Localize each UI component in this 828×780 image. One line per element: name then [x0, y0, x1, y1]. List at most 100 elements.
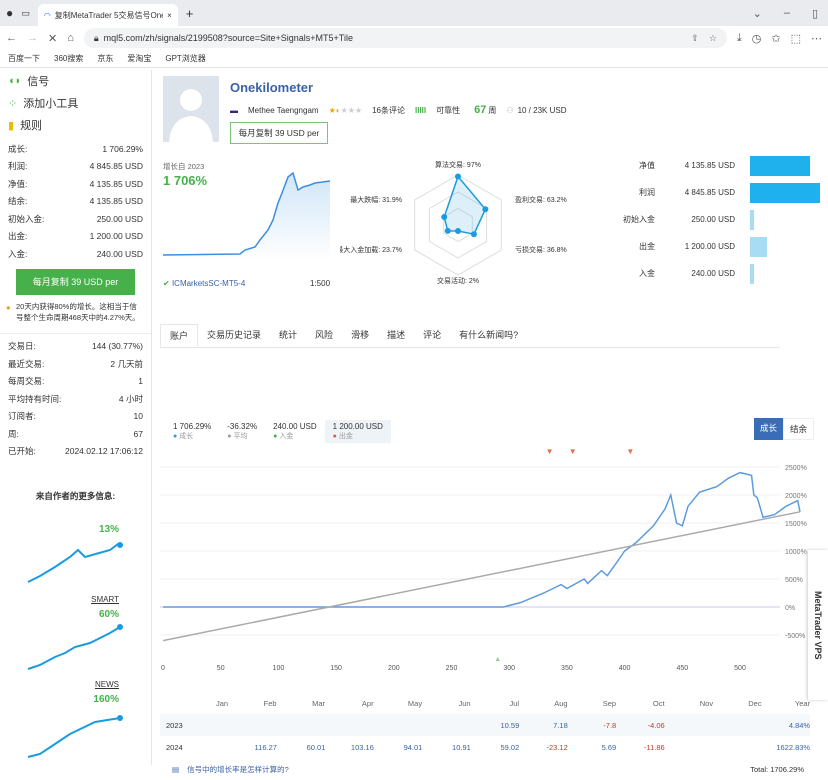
- broker-link[interactable]: ✔ ICMarketsSC-MT5-4: [163, 279, 245, 288]
- author-signal-card[interactable]: NEWS 160%: [0, 680, 151, 767]
- stop-icon[interactable]: ✕: [48, 32, 57, 45]
- download-icon[interactable]: ⤓: [737, 32, 742, 45]
- tab-2[interactable]: 统计: [270, 324, 306, 347]
- table-cell: 116.27: [254, 742, 277, 752]
- sidebar: ◖◗ 信号 ⁘ 添加小工具 ▮ 规则 成长: 1 706.29% 利润: 4 845.85 …: [0, 70, 152, 765]
- metatrader-vps-tab[interactable]: MetaTrader VPS: [808, 550, 828, 700]
- copy-subscribe-button[interactable]: 每月复制 39 USD per: [16, 268, 135, 295]
- maximize-button[interactable]: ▯: [812, 7, 818, 20]
- bookmark[interactable]: 百度一下: [8, 53, 40, 64]
- x-tick-label: 300: [503, 665, 515, 672]
- table-row: 2024 116.27 60.01 103.16 94.01 10.91 59.02 -23.…: [160, 736, 810, 758]
- radar-chart: 算法交易: 97% 盈利交易: 63.2% 亏损交易: 36.8% 交易活动: 2% 最…: [340, 160, 567, 285]
- table-cell: 7.18: [553, 720, 568, 730]
- profile-icon[interactable]: ●: [6, 6, 13, 20]
- signal-name[interactable]: Onekilometer: [230, 80, 313, 95]
- tab-4[interactable]: 滑移: [342, 324, 378, 347]
- tab-actions-icon[interactable]: ▭: [21, 8, 30, 19]
- author-signal-sparkline: [27, 624, 123, 670]
- sidebar-item-rules[interactable]: ▮ 规则: [0, 114, 151, 136]
- bookmark[interactable]: GPT浏览器: [165, 53, 205, 64]
- legend-item[interactable]: -36.32% ● 平均: [219, 420, 265, 443]
- table-cell: 2024: [166, 742, 183, 752]
- growth-line: [163, 471, 801, 608]
- more-from-author-title: 来自作者的更多信息:: [35, 491, 116, 501]
- chart-legend: 1 706.29% ● 成长 -36.32% ● 平均 240.00 USD ● 入金 1 …: [165, 420, 391, 443]
- stat-row: 每周交易: 1: [8, 376, 143, 387]
- radar-point: [441, 214, 448, 221]
- table-cell: -7.8: [603, 720, 617, 730]
- account-bar-row: 出金 1 200.00 USD: [600, 233, 828, 260]
- weeks-count: 67: [474, 104, 487, 116]
- author-signal-growth: 60%: [98, 609, 119, 620]
- share-icon[interactable]: ⇪: [691, 33, 699, 44]
- author-signal-name[interactable]: NEWS: [95, 680, 119, 689]
- reviews-link[interactable]: 16条评论: [372, 105, 405, 116]
- new-tab-button[interactable]: +: [186, 6, 194, 21]
- legend-item[interactable]: 1 706.29% ● 成长: [165, 420, 219, 443]
- author-signal-name[interactable]: SMART: [91, 595, 119, 604]
- bookmark[interactable]: 京东: [97, 53, 113, 64]
- tab-0[interactable]: 账户: [160, 324, 199, 347]
- table-cell: Jun: [458, 698, 471, 708]
- x-tick-label: 100: [273, 665, 285, 672]
- stat-row: 出金: 1 200.00 USD: [8, 231, 143, 242]
- legend-item[interactable]: 1 200.00 USD ● 出金: [324, 420, 391, 443]
- browser-tab[interactable]: ◠ 复制MetaTrader 5交易信号One ×: [37, 4, 178, 26]
- tab-6[interactable]: 评论: [414, 324, 450, 347]
- stat-row: 最近交易: 2 几天前: [8, 358, 143, 369]
- trend-line: [162, 511, 801, 642]
- tab-5[interactable]: 描述: [378, 324, 414, 347]
- author-name[interactable]: Methee Taengngam: [248, 106, 319, 115]
- star-icon[interactable]: ☆: [709, 33, 717, 44]
- bookmark[interactable]: 爱淘宝: [127, 53, 151, 64]
- url-input[interactable]: 🔒︎ mql5.com/zh/signals/2199508?source=Sit…: [83, 28, 727, 48]
- y-tick-label: 0%: [785, 605, 795, 612]
- tab-7[interactable]: 有什么新闻吗?: [450, 324, 527, 347]
- author-signal-card[interactable]: 13%: [0, 512, 151, 597]
- bookmark[interactable]: 360搜索: [54, 53, 83, 64]
- monthly-table: Jan Feb Mar Apr May Jun Jul Aug Sep Oct Nov Dec Year…: [160, 692, 810, 780]
- table-cell: Sep: [602, 698, 617, 708]
- forward-icon[interactable]: →: [27, 32, 38, 44]
- home-icon[interactable]: ⌂: [67, 32, 74, 44]
- withdrawal-marker: ▼: [569, 448, 577, 456]
- back-icon[interactable]: ←: [6, 32, 17, 44]
- stat-row: 净值: 4 135.85 USD: [8, 178, 143, 189]
- account-bar-row: 净值 4 135.85 USD: [600, 152, 828, 179]
- toggle-balance[interactable]: 结余: [783, 418, 815, 440]
- widgets-icon: ⁘: [8, 97, 18, 110]
- tab-search-icon[interactable]: ⌄: [753, 7, 762, 20]
- table-cell: -4.06: [647, 720, 665, 730]
- x-tick-label: 0: [161, 665, 165, 672]
- growth-sparkline: [162, 171, 331, 260]
- x-tick-label: 400: [619, 665, 631, 672]
- close-tab-icon[interactable]: ×: [167, 11, 172, 20]
- radar-point: [455, 173, 461, 180]
- favorites-icon[interactable]: ✩: [771, 32, 780, 45]
- sidebar-item-signals[interactable]: ◖◗ 信号: [0, 70, 151, 92]
- y-tick-label: 1500%: [785, 521, 807, 528]
- minimize-button[interactable]: –: [784, 7, 790, 20]
- signal-icon: ◖◗: [8, 75, 22, 87]
- author-signal-card[interactable]: SMART 60%: [0, 595, 151, 682]
- radar-label: 亏损交易: 36.8%: [515, 245, 567, 254]
- growth-calc-link[interactable]: ▤ 信号中的增长率是怎样计算的?: [166, 764, 289, 775]
- radar-point: [482, 206, 489, 213]
- toggle-growth[interactable]: 成长: [754, 418, 784, 440]
- history-icon[interactable]: ◷: [752, 32, 762, 45]
- table-cell: Dec: [748, 698, 762, 708]
- table-cell: Aug: [554, 698, 568, 708]
- x-tick-label: 250: [446, 665, 458, 672]
- extensions-icon[interactable]: ⬚: [791, 32, 801, 45]
- y-tick-label: 2500%: [785, 465, 807, 472]
- table-cell: 10.59: [500, 720, 520, 730]
- copy-button[interactable]: 每月复制 39 USD per: [230, 122, 328, 144]
- tab-3[interactable]: 风险: [306, 324, 342, 347]
- author-signal-growth: 13%: [98, 524, 119, 535]
- legend-item[interactable]: 240.00 USD ● 入金: [265, 420, 325, 443]
- tab-1[interactable]: 交易历史记录: [198, 324, 270, 347]
- more-icon[interactable]: ⋯: [811, 32, 822, 45]
- sidebar-item-widgets[interactable]: ⁘ 添加小工具: [0, 92, 151, 114]
- y-tick-label: 1000%: [785, 549, 807, 556]
